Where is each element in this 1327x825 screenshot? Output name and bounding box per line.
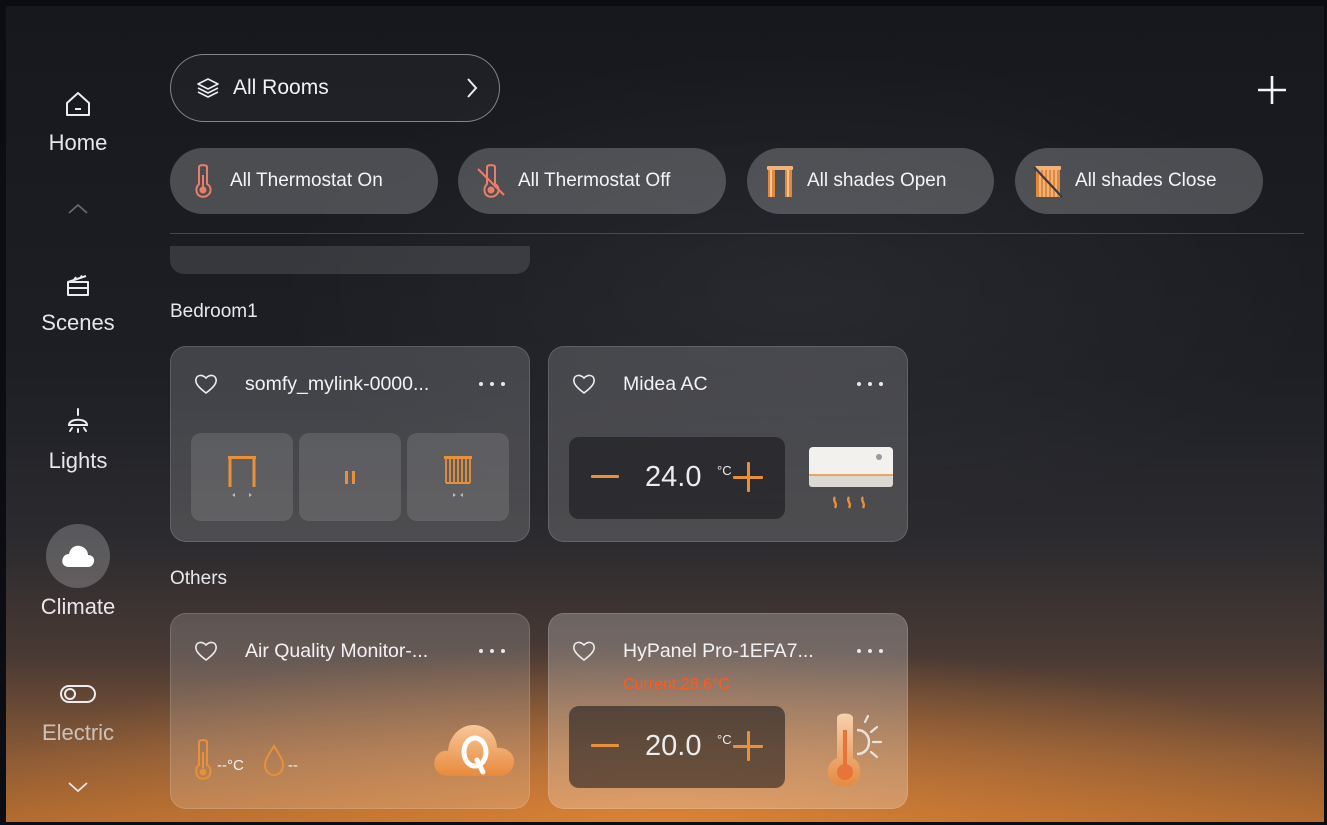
heart-icon[interactable] <box>193 639 219 663</box>
aq-temperature-reading: --°C <box>217 756 244 774</box>
device-name: HyPanel Pro-1EFA7... <box>623 639 814 662</box>
thermometer-sun-icon <box>827 713 883 787</box>
home-icon <box>58 84 98 124</box>
set-temperature-value: 24.0 <box>645 461 702 493</box>
nav-climate-label: Climate <box>40 594 116 619</box>
thermometer-icon <box>195 164 212 198</box>
pause-icon <box>345 471 355 484</box>
scene-all-thermostat-on-button[interactable]: All Thermostat On <box>170 148 438 214</box>
scene-all-shades-close-button[interactable]: All shades Close <box>1015 148 1263 214</box>
set-temperature-value: 20.0 <box>645 730 702 762</box>
more-options-icon[interactable] <box>475 374 509 394</box>
scene-all-thermostat-off-button[interactable]: All Thermostat Off <box>458 148 726 214</box>
header-divider <box>170 233 1304 234</box>
add-button[interactable] <box>1254 72 1290 108</box>
temperature-control: 24.0 °C <box>569 437 785 519</box>
aq-humidity-reading: -- <box>287 756 298 774</box>
increase-temperature-button[interactable] <box>733 462 763 492</box>
device-name: somfy_mylink-0000... <box>245 372 430 395</box>
current-temperature: Current:28.6°C <box>623 676 730 693</box>
nav-home-label: Home <box>48 130 108 155</box>
section-title-others: Others <box>170 568 228 589</box>
plus-icon <box>1258 76 1286 104</box>
decrease-temperature-button[interactable] <box>591 475 619 478</box>
app-screen: Home Scenes Lights Climate Electric All … <box>6 6 1324 822</box>
chevron-right-icon <box>467 78 478 98</box>
device-name: Air Quality Monitor-... <box>245 639 429 662</box>
humidity-drop-icon <box>263 743 284 777</box>
scene-all-shades-close-label: All shades Close <box>1075 170 1217 191</box>
heart-icon[interactable] <box>571 639 597 663</box>
cloud-q-icon <box>434 724 515 776</box>
more-options-icon[interactable] <box>853 374 887 394</box>
more-options-icon[interactable] <box>853 641 887 661</box>
shade-open-icon <box>228 456 256 497</box>
nav-electric[interactable]: Electric <box>8 674 148 746</box>
shade-close-button[interactable] <box>407 433 509 521</box>
device-card-midea-ac[interactable]: Midea AC 24.0 °C <box>548 346 908 542</box>
scene-all-thermostat-on-label: All Thermostat On <box>230 170 383 191</box>
heart-icon[interactable] <box>193 372 219 396</box>
cloud-icon <box>62 545 95 567</box>
device-name: Midea AC <box>623 372 708 395</box>
device-card-somfy[interactable]: somfy_mylink-0000... <box>170 346 530 542</box>
shade-pause-button[interactable] <box>299 433 401 521</box>
decrease-temperature-button[interactable] <box>591 744 619 747</box>
shade-close-icon <box>444 456 472 497</box>
heart-icon[interactable] <box>571 372 597 396</box>
clapperboard-icon <box>58 264 98 304</box>
nav-lights-label: Lights <box>48 448 108 473</box>
nav-electric-label: Electric <box>41 720 115 745</box>
shade-open-button[interactable] <box>191 433 293 521</box>
nav-scenes[interactable]: Scenes <box>8 264 148 336</box>
shades-close-icon <box>1033 166 1063 198</box>
temperature-control: 20.0 °C <box>569 706 785 788</box>
nav-climate[interactable]: Climate <box>8 524 148 620</box>
scene-all-thermostat-off-label: All Thermostat Off <box>518 170 671 191</box>
ceiling-lamp-icon <box>58 402 98 442</box>
increase-temperature-button[interactable] <box>733 731 763 761</box>
device-card-hypanel-pro[interactable]: HyPanel Pro-1EFA7... Current:28.6°C 20.0… <box>548 613 908 809</box>
thermometer-off-icon <box>477 164 505 198</box>
nav-scenes-label: Scenes <box>41 310 115 335</box>
scroll-up-chevron-icon[interactable] <box>8 202 148 220</box>
device-card-air-quality-monitor[interactable]: Air Quality Monitor-... --°C -- <box>170 613 530 809</box>
scene-all-shades-open-label: All shades Open <box>807 170 947 191</box>
scene-all-shades-open-button[interactable]: All shades Open <box>747 148 994 214</box>
room-selector-label: All Rooms <box>233 76 329 99</box>
layers-icon <box>197 78 219 98</box>
shades-open-icon <box>767 166 793 197</box>
toggle-switch-icon <box>58 674 98 714</box>
section-title-bedroom1: Bedroom1 <box>170 301 258 322</box>
ac-heat-icon <box>809 447 893 509</box>
nav-lights[interactable]: Lights <box>8 402 148 474</box>
scrolled-card-edge <box>170 246 530 274</box>
more-options-icon[interactable] <box>475 641 509 661</box>
aq-readings: --°C -- <box>191 738 298 782</box>
nav-home[interactable]: Home <box>8 84 148 156</box>
climate-active-indicator <box>46 524 110 588</box>
thermometer-icon <box>195 739 212 780</box>
scroll-down-chevron-icon[interactable] <box>8 780 148 798</box>
temperature-unit: °C <box>717 463 732 478</box>
temperature-unit: °C <box>717 732 732 747</box>
room-selector[interactable]: All Rooms <box>170 54 500 122</box>
